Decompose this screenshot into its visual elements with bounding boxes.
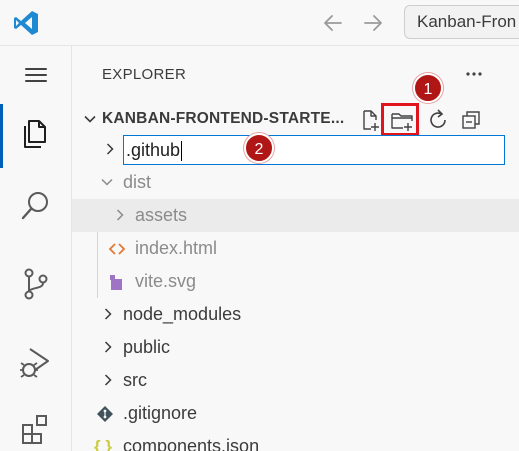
html-icon [107,239,127,259]
tree-row-folder[interactable]: node_modules [72,298,519,331]
chevron-right-icon [100,372,116,388]
source-control-icon[interactable] [0,254,72,314]
explorer-icon[interactable] [0,104,72,168]
forward-arrow-icon[interactable] [360,10,386,36]
tree-row-file[interactable]: vite.svg [72,265,519,298]
tree-row-file[interactable]: { } components.json [72,430,519,451]
tree-row-folder[interactable]: dist [72,166,519,199]
explorer-title: EXPLORER [102,66,187,83]
menu-icon[interactable] [0,46,72,104]
tree-item-label: vite.svg [135,271,197,291]
chevron-down-icon [99,174,115,190]
tree-row-file[interactable]: index.html [72,232,519,265]
workspace-folder-header[interactable]: KANBAN-FRONTEND-STARTE... [72,104,519,134]
activity-bar [0,46,72,451]
tree-row-folder[interactable]: assets [72,199,519,232]
tree-item-label: components.json [123,436,260,451]
text-caret [181,141,183,162]
tree-row-folder[interactable]: src [72,364,519,397]
chevron-right-icon [100,306,116,322]
refresh-icon[interactable] [424,106,452,134]
tree-item-label: .gitignore [123,403,198,423]
command-center-search[interactable]: Kanban-Fron [404,5,519,39]
tree-item-label: dist [123,172,152,192]
tree-row-file[interactable]: .gitignore [72,397,519,430]
tree-item-label: node_modules [123,304,242,324]
extensions-icon[interactable] [0,400,72,451]
vscode-logo-icon [12,9,40,37]
back-arrow-icon[interactable] [320,10,346,36]
chevron-right-icon [102,141,118,157]
tree-item-label: public [123,337,171,357]
tree-row-folder[interactable]: public [72,331,519,364]
workspace-folder-name: KANBAN-FRONTEND-STARTE... [102,110,345,127]
highlight-box [381,103,419,136]
run-debug-icon[interactable] [0,332,72,392]
json-icon: { } [94,437,112,451]
more-actions-icon[interactable] [460,60,488,88]
tree-item-label: assets [135,205,188,225]
vite-icon [107,272,127,292]
step-badge-2: 2 [244,133,274,163]
chevron-right-icon [112,207,128,223]
step-badge-1: 1 [413,73,443,103]
tree-item-label: src [123,370,147,390]
title-bar: Kanban-Fron [0,0,519,46]
search-icon[interactable] [0,176,72,236]
new-file-icon[interactable] [356,106,384,134]
chevron-down-icon [82,111,98,127]
git-icon [95,404,115,424]
chevron-right-icon [100,339,116,355]
explorer-sidebar: EXPLORER KANBAN-FRONTEND-STARTE... 1 .gi… [72,46,519,451]
collapse-all-icon[interactable] [458,106,486,134]
rename-input[interactable]: .github [123,135,505,165]
tree-item-label: index.html [135,238,218,258]
